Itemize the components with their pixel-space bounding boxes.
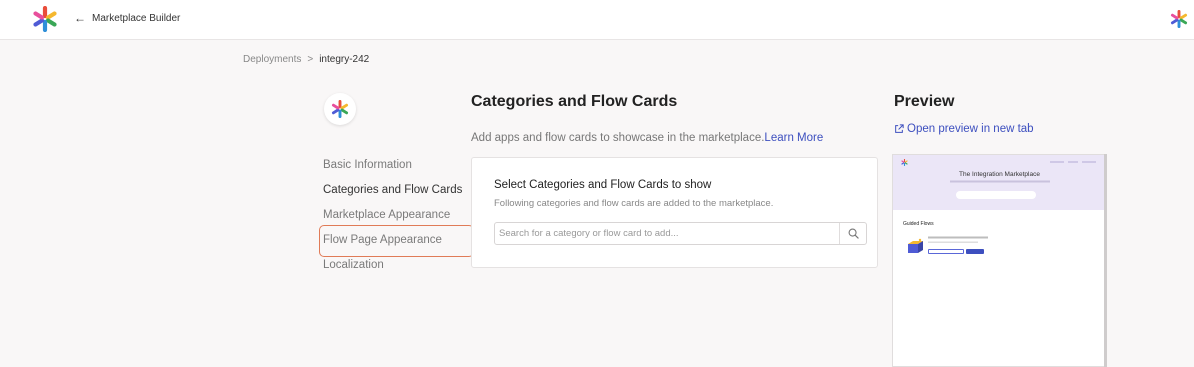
app-avatar [324, 93, 356, 125]
back-to-marketplace-builder-link[interactable]: ← Marketplace Builder [74, 12, 180, 24]
preview-hero-subtitle-placeholder [893, 180, 1106, 184]
asterisk-logo-icon[interactable] [32, 6, 58, 32]
breadcrumb-separator: > [307, 54, 314, 65]
preview-section-title: Guided Flows [903, 221, 934, 227]
external-link-icon [895, 124, 904, 133]
search-button[interactable] [839, 223, 866, 244]
preview-search-placeholder [956, 191, 1036, 199]
preview-title: Preview [894, 93, 955, 110]
breadcrumb-deployments-link[interactable]: Deployments [243, 54, 301, 65]
asterisk-logo-icon [331, 100, 349, 118]
preview-card-title-placeholder [928, 236, 988, 240]
asterisk-logo-icon[interactable] [1170, 10, 1188, 28]
card-title: Select Categories and Flow Cards to show [494, 179, 712, 191]
card-subtitle: Following categories and flow cards are … [494, 198, 774, 209]
breadcrumb: Deployments > integry-242 [243, 54, 369, 65]
preview-scrollbar[interactable] [1104, 154, 1107, 367]
page-title: Categories and Flow Cards [471, 93, 678, 110]
preview-hero: The Integration Marketplace [893, 155, 1106, 210]
preview-nav-placeholder [1050, 160, 1096, 165]
categories-card: Select Categories and Flow Cards to show… [471, 157, 878, 268]
page-description: Add apps and flow cards to showcase in t… [471, 132, 823, 144]
breadcrumb-current: integry-242 [319, 54, 370, 65]
sidebar-item-localization[interactable]: Localization [323, 254, 473, 279]
search-input[interactable] [495, 223, 837, 244]
description-text: Add apps and flow cards to showcase in t… [471, 132, 765, 144]
back-label: Marketplace Builder [92, 12, 181, 24]
focus-highlight-outline [319, 225, 474, 257]
preview-fill-button [966, 249, 984, 254]
learn-more-link[interactable]: Learn More [764, 132, 823, 144]
sidebar-item-categories-and-flow-cards[interactable]: Categories and Flow Cards [323, 179, 473, 204]
preview-frame[interactable]: The Integration Marketplace Guided Flows [892, 154, 1107, 367]
search-field [494, 222, 867, 245]
preview-outline-button [928, 249, 964, 254]
open-preview-label: Open preview in new tab [907, 123, 1034, 135]
asterisk-logo-icon [901, 159, 908, 166]
open-preview-link[interactable]: Open preview in new tab [894, 123, 1034, 135]
sidebar-item-basic-information[interactable]: Basic Information [323, 154, 473, 179]
search-icon [848, 228, 859, 239]
arrow-left-icon: ← [74, 11, 86, 25]
settings-sidebar: Basic Information Categories and Flow Ca… [323, 154, 473, 279]
top-bar: ← Marketplace Builder [0, 0, 1194, 40]
preview-hero-title: The Integration Marketplace [959, 171, 1040, 178]
flow-card-illustration-icon [908, 238, 923, 253]
preview-card-subtitle-placeholder [928, 241, 978, 245]
